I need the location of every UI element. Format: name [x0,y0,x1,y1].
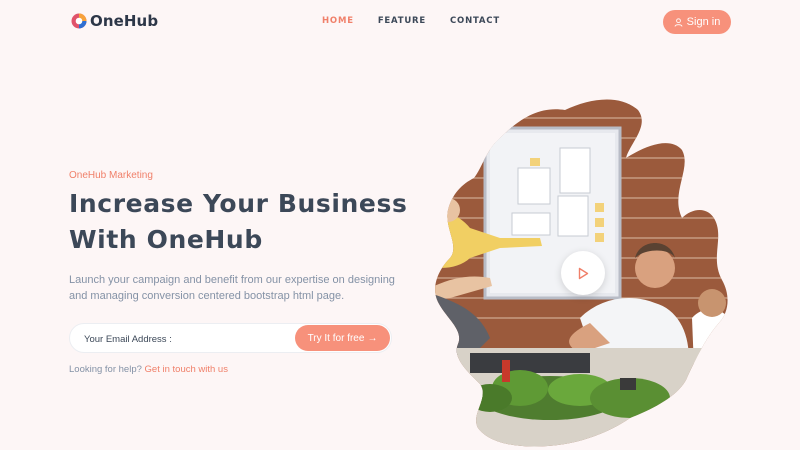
nav-item-home[interactable]: HOME [322,16,354,26]
help-line: Looking for help? Get in touch with us [69,364,228,375]
brand-logo[interactable]: OneHub [71,12,158,30]
main-nav: HOME FEATURE CONTACT [322,16,524,26]
hero-title-line2: With OneHub [69,225,263,254]
play-video-button[interactable] [561,251,605,295]
hero-description: Launch your campaign and benefit from ou… [69,274,395,302]
onehub-logo-icon [71,13,87,29]
hero-eyebrow: OneHub Marketing [69,170,153,181]
email-signup-form: Try It for free → [69,323,392,353]
try-free-label: Try It for free [307,332,365,344]
signin-button[interactable]: Sign in [663,10,731,34]
help-text: Looking for help? [69,364,142,375]
contact-link[interactable]: Get in touch with us [145,364,228,375]
nav-item-contact[interactable]: CONTACT [450,16,500,26]
email-input[interactable] [84,330,284,348]
arrow-right-icon: → [367,332,378,344]
hero-title: Increase Your Business With OneHub [69,186,409,258]
brand-name: OneHub [90,12,159,30]
signin-label: Sign in [686,16,721,28]
hero-title-line1: Increase Your Business [69,189,408,218]
user-icon [674,17,683,27]
play-icon [578,267,588,279]
try-free-button[interactable]: Try It for free → [295,325,390,351]
nav-item-feature[interactable]: FEATURE [378,16,426,26]
